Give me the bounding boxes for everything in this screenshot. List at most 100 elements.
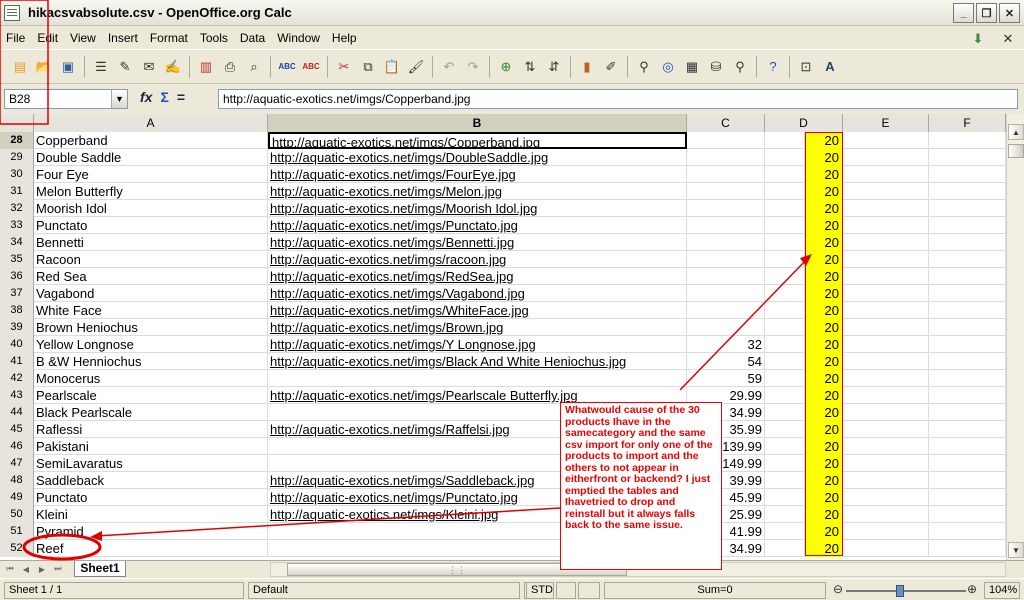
menu-format[interactable]: Format [144,31,194,45]
cell-d[interactable]: 20 [805,200,843,217]
cell-c[interactable] [687,268,765,285]
spellcheck-icon[interactable]: ABC [276,56,298,78]
cell-a[interactable]: Moorish Idol [34,200,268,217]
cell-a[interactable]: Brown Heniochus [34,319,268,336]
gallery-icon[interactable]: ▦ [681,56,703,78]
cell-a[interactable]: B &W Henniochus [34,353,268,370]
cell-e[interactable] [843,421,929,438]
cell-a[interactable]: Pearlscale [34,387,268,404]
navigator-icon[interactable]: ◎ [657,56,679,78]
cell-d[interactable]: 20 [805,149,843,166]
cell-d-empty[interactable] [765,472,805,489]
cell-d[interactable]: 20 [805,234,843,251]
column-header-f[interactable]: F [929,114,1006,132]
row-header[interactable]: 29 [0,149,34,166]
scroll-down-icon[interactable]: ▼ [1008,542,1024,558]
cell-b[interactable]: http://aquatic-exotics.net/imgs/racoon.j… [268,251,687,268]
cell-f[interactable] [929,353,1006,370]
cell-c[interactable]: 54 [687,353,765,370]
menu-file[interactable]: File [0,31,31,45]
cell-a[interactable]: Kleini [34,506,268,523]
cell-d-empty[interactable] [765,302,805,319]
status-std-mode[interactable]: STD [526,582,554,599]
select-all-corner[interactable] [0,114,34,132]
cell-f[interactable] [929,506,1006,523]
cell-f[interactable] [929,523,1006,540]
cell-d-empty[interactable] [765,285,805,302]
row-header[interactable]: 51 [0,523,34,540]
zoom-out-icon[interactable]: ⊖ [832,583,844,597]
cell-e[interactable] [843,217,929,234]
cell-b[interactable]: http://aquatic-exotics.net/imgs/FourEye.… [268,166,687,183]
cell-a[interactable]: Pakistani [34,438,268,455]
print-icon[interactable]: ⎙ [219,56,241,78]
column-header-a[interactable]: A [34,114,268,132]
cell-a[interactable]: Four Eye [34,166,268,183]
menu-tools[interactable]: Tools [194,31,234,45]
cell-d-empty[interactable] [765,421,805,438]
column-header-b[interactable]: B [268,114,687,132]
update-icon[interactable]: ⬇ [967,28,989,50]
cell-d-empty[interactable] [765,149,805,166]
cell-a[interactable]: Reef [34,540,268,557]
cell-a[interactable]: Saddleback [34,472,268,489]
function-equals-icon[interactable]: = [177,89,185,105]
fontwork-icon[interactable]: A [819,56,841,78]
cell-c[interactable] [687,200,765,217]
cell-f[interactable] [929,404,1006,421]
cut-icon[interactable]: ✂ [333,56,355,78]
cell-d[interactable]: 20 [805,472,843,489]
chart-icon[interactable]: ▮ [576,56,598,78]
cell-d-empty[interactable] [765,353,805,370]
menu-window[interactable]: Window [271,31,326,45]
status-zoom[interactable]: 104% [984,582,1020,599]
cell-d-empty[interactable] [765,455,805,472]
page-preview-icon[interactable]: ⌕ [243,56,265,78]
menu-insert[interactable]: Insert [102,31,144,45]
cell-d[interactable]: 20 [805,523,843,540]
cell-f[interactable] [929,200,1006,217]
cell-d-empty[interactable] [765,523,805,540]
cell-b[interactable]: http://aquatic-exotics.net/imgs/Y Longno… [268,336,687,353]
draw-functions-icon[interactable]: ✐ [600,56,622,78]
cell-d[interactable]: 20 [805,489,843,506]
cell-e[interactable] [843,336,929,353]
cell-f[interactable] [929,319,1006,336]
vertical-scroll-thumb[interactable] [1008,144,1024,158]
sort-descending-icon[interactable]: ⇵ [543,56,565,78]
cell-d[interactable]: 20 [805,166,843,183]
cell-d-empty[interactable] [765,200,805,217]
restore-button[interactable]: ❐ [976,3,997,23]
row-header[interactable]: 33 [0,217,34,234]
cell-b[interactable]: http://aquatic-exotics.net/imgs/Melon.jp… [268,183,687,200]
cell-c[interactable] [687,166,765,183]
cell-c[interactable] [687,251,765,268]
sheet-tab-sheet1[interactable]: Sheet1 [74,561,126,577]
row-header[interactable]: 40 [0,336,34,353]
cell-e[interactable] [843,438,929,455]
email-icon[interactable]: ✉ [138,56,160,78]
zoom-icon[interactable]: ⚲ [729,56,751,78]
cell-e[interactable] [843,404,929,421]
cell-d[interactable]: 20 [805,353,843,370]
cell-a[interactable]: Vagabond [34,285,268,302]
undo-icon[interactable]: ↶ [438,56,460,78]
cell-d-empty[interactable] [765,438,805,455]
cell-b[interactable]: http://aquatic-exotics.net/imgs/Moorish … [268,200,687,217]
cell-f[interactable] [929,302,1006,319]
row-header[interactable]: 37 [0,285,34,302]
row-header[interactable]: 50 [0,506,34,523]
sort-ascending-icon[interactable]: ⇅ [519,56,541,78]
cell-a[interactable]: Copperband [34,132,268,149]
row-header[interactable]: 35 [0,251,34,268]
cell-d-empty[interactable] [765,132,805,149]
name-box[interactable]: B28 ▼ [4,89,128,109]
cell-e[interactable] [843,370,929,387]
cell-e[interactable] [843,149,929,166]
cell-f[interactable] [929,166,1006,183]
close-button[interactable]: ✕ [999,3,1020,23]
zoom-thumb[interactable] [896,585,904,597]
row-header[interactable]: 49 [0,489,34,506]
cell-d[interactable]: 20 [805,370,843,387]
cell-d[interactable]: 20 [805,268,843,285]
